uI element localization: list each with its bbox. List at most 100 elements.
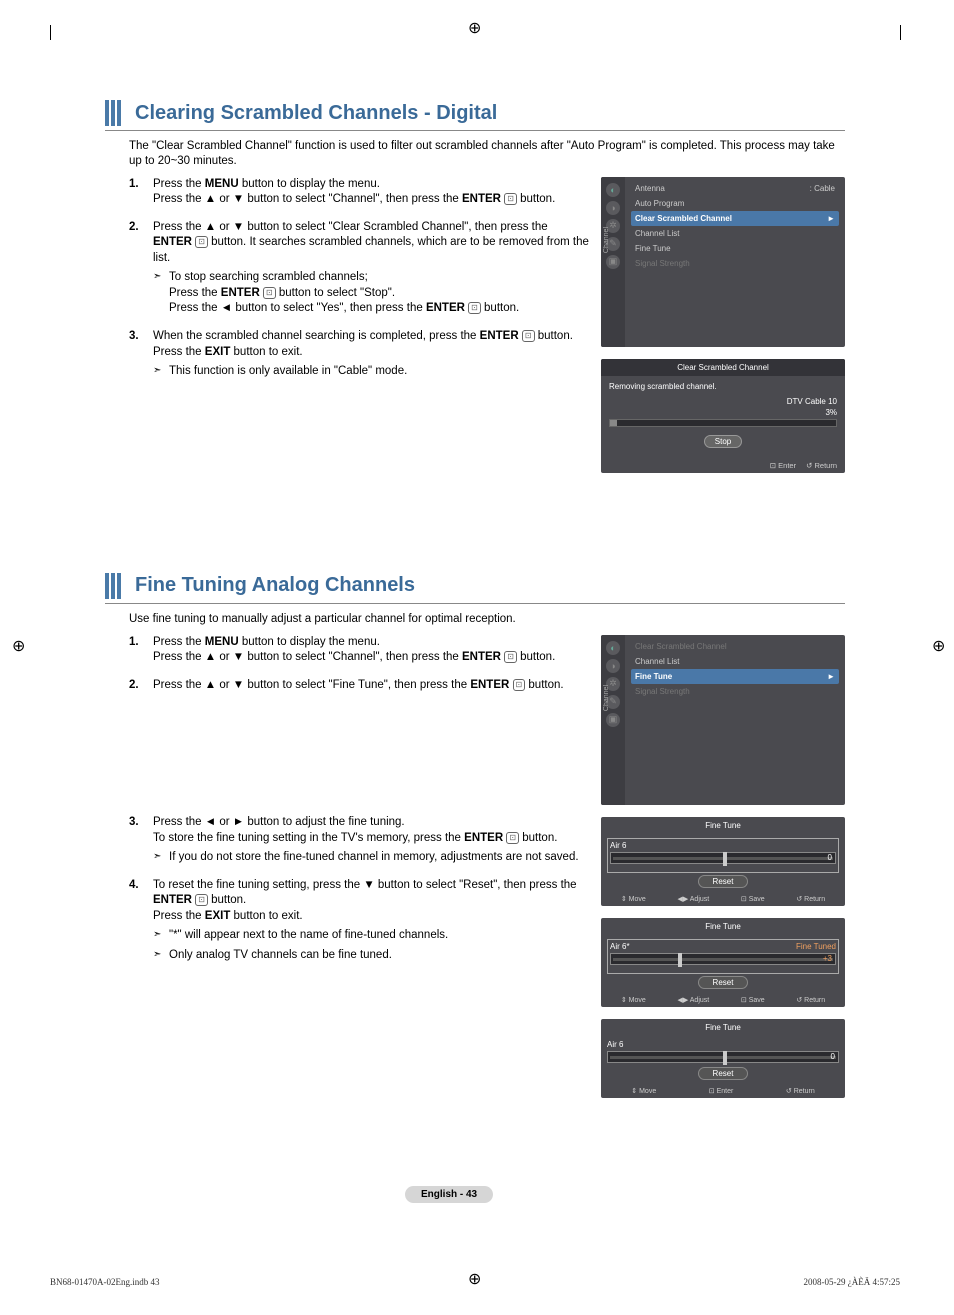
osd-menu-item[interactable]: Signal Strength [631,256,839,271]
osd-menu-item[interactable]: Channel List [631,654,839,669]
step-number: 1. [129,177,153,208]
osd-ft-title: Fine Tune [601,1019,845,1036]
registration-mark-icon: ⊕ [468,18,481,38]
step: 3.When the scrambled channel searching i… [129,329,589,380]
step-note: If you do not store the fine-tuned chann… [153,850,589,866]
step-number: 4. [129,878,153,964]
step-number: 1. [129,635,153,666]
osd-channel-menu: Channel ◐ ◑ ✲ ✎ ▣ Antenna: CableAuto Pro… [601,177,845,347]
page-content: Clearing Scrambled Channels - Digital Th… [105,100,845,1098]
osd-menu-item[interactable]: Channel List [631,226,839,241]
osd-scan-title: Clear Scrambled Channel [601,359,845,376]
step: 4.To reset the fine tuning setting, pres… [129,878,589,964]
osd-clear-scrambled: Clear Scrambled Channel Removing scrambl… [601,359,845,473]
step-number: 3. [129,815,153,866]
osd-scan-message: Removing scrambled channel. [609,382,837,391]
step: 1.Press the MENU button to display the m… [129,177,589,208]
osd-tab-icon: ◐ [606,641,620,655]
step-note: "*" will appear next to the name of fine… [153,928,589,944]
footer-file: BN68-01470A-02Eng.indb 43 [50,1277,160,1287]
section2-steps: 1.Press the MENU button to display the m… [129,635,589,964]
osd-fine-tune: Fine Tune Air 6 0 Reset ⇕ Move◀▶ Adjust⊡… [601,817,845,906]
osd-menu-item[interactable]: Auto Program [631,196,839,211]
step-text: Press the ▲ or ▼ button to select "Chann… [153,650,589,666]
section2-intro: Use fine tuning to manually adjust a par… [129,612,845,627]
step-body: Press the ▲ or ▼ button to select "Clear… [153,220,589,317]
osd-channel-menu-list: Antenna: CableAuto ProgramClear Scramble… [625,177,845,347]
osd-menu-item[interactable]: Clear Scrambled Channel [631,639,839,654]
osd-tab-icon: ◐ [606,183,620,197]
section1-title: Clearing Scrambled Channels - Digital [135,102,497,125]
step-text: Press the ▲ or ▼ button to select "Chann… [153,192,589,208]
section2-title: Fine Tuning Analog Channels [135,574,415,597]
step-note: Only analog TV channels can be fine tune… [153,948,589,964]
osd-menu-item[interactable]: Fine Tune► [631,669,839,684]
osd-scan-percent: 3% [825,408,837,417]
osd-ft-footer: ⇕ Move◀▶ Adjust⊡ Save↺ Return [601,993,845,1007]
step-text: Press the EXIT button to exit. [153,909,589,925]
osd-progress-bar [609,419,837,427]
step-text: Press the EXIT button to exit. [153,345,589,361]
osd-ft-footer: ⇕ Move⊡ Enter↺ Return [601,1084,845,1098]
step: 2.Press the ▲ or ▼ button to select "Fin… [129,678,589,694]
step-body: Press the ◄ or ► button to adjust the fi… [153,815,589,866]
osd-footer-enter: ⊡ Enter [770,461,796,470]
section1-steps: 1.Press the MENU button to display the m… [129,177,589,380]
osd-scan-subinfo: DTV Cable 10 [787,397,837,406]
osd-tab-label: Channel [603,227,610,253]
print-footer: BN68-01470A-02Eng.indb 43 2008-05-29 ¿ÀÈ… [50,1277,900,1287]
step-note: This function is only available in "Cabl… [153,364,589,380]
step-body: Press the MENU button to display the men… [153,635,589,666]
section-title-clearing: Clearing Scrambled Channels - Digital [105,100,845,131]
step-body: To reset the fine tuning setting, press … [153,878,589,964]
registration-mark-icon: ⊕ [932,636,945,656]
step: 1.Press the MENU button to display the m… [129,635,589,666]
step-number: 3. [129,329,153,380]
step-body: When the scrambled channel searching is … [153,329,589,380]
osd-tab-icon: ◑ [606,659,620,673]
step: 2.Press the ▲ or ▼ button to select "Cle… [129,220,589,317]
step-text: Press the ▲ or ▼ button to select "Clear… [153,220,589,267]
osd-channel-menu-list-2: Clear Scrambled ChannelChannel ListFine … [625,635,845,805]
step-text: Press the ◄ or ► button to adjust the fi… [153,815,589,831]
osd-reset-button[interactable]: Reset [698,1067,749,1080]
osd-footer-return: ↺ Return [806,461,837,470]
registration-mark-icon: ⊕ [12,636,25,656]
step-text: Press the ▲ or ▼ button to select "Fine … [153,678,589,694]
osd-reset-button[interactable]: Reset [698,875,749,888]
step-text: To store the fine tuning setting in the … [153,831,589,847]
osd-fine-tune: Fine Tune Air 6*Fine Tuned +3 Reset ⇕ Mo… [601,918,845,1007]
step-number: 2. [129,220,153,317]
osd-tab-icon: ◑ [606,201,620,215]
step-body: Press the MENU button to display the men… [153,177,589,208]
footer-date: 2008-05-29 ¿ÀÈÄ 4:57:25 [804,1277,901,1287]
osd-menu-item[interactable]: Antenna: Cable [631,181,839,196]
step-text: To reset the fine tuning setting, press … [153,878,589,909]
step-note: To stop searching scrambled channels;Pre… [153,270,589,317]
osd-ft-title: Fine Tune [601,918,845,935]
osd-ft-footer: ⇕ Move◀▶ Adjust⊡ Save↺ Return [601,892,845,906]
osd-fine-tune: Fine Tune Air 6 0 Reset ⇕ Move⊡ Enter↺ R… [601,1019,845,1098]
step-body: Press the ▲ or ▼ button to select "Fine … [153,678,589,694]
osd-menu-item[interactable]: Clear Scrambled Channel► [631,211,839,226]
step-text: Press the MENU button to display the men… [153,635,589,651]
osd-menu-item[interactable]: Signal Strength [631,684,839,699]
step-spacer [129,705,589,815]
section1-intro: The "Clear Scrambled Channel" function i… [129,139,845,169]
osd-menu-item[interactable]: Fine Tune [631,241,839,256]
osd-ft-title: Fine Tune [601,817,845,834]
osd-reset-button[interactable]: Reset [698,976,749,989]
step: 3.Press the ◄ or ► button to adjust the … [129,815,589,866]
section-title-finetune: Fine Tuning Analog Channels [105,573,845,604]
step-text: Press the MENU button to display the men… [153,177,589,193]
step-number: 2. [129,678,153,694]
crop-mark [900,25,901,40]
step-text: When the scrambled channel searching is … [153,329,589,345]
osd-channel-menu-2: Channel ◐ ◑ ✲ ✎ ▣ Clear Scrambled Channe… [601,635,845,805]
osd-tab-icon: ▣ [606,255,620,269]
osd-tab-label: Channel [603,685,610,711]
crop-mark [50,25,51,40]
osd-stop-button[interactable]: Stop [704,435,742,448]
page-number: English - 43 [405,1186,493,1203]
osd-tab-icon: ▣ [606,713,620,727]
